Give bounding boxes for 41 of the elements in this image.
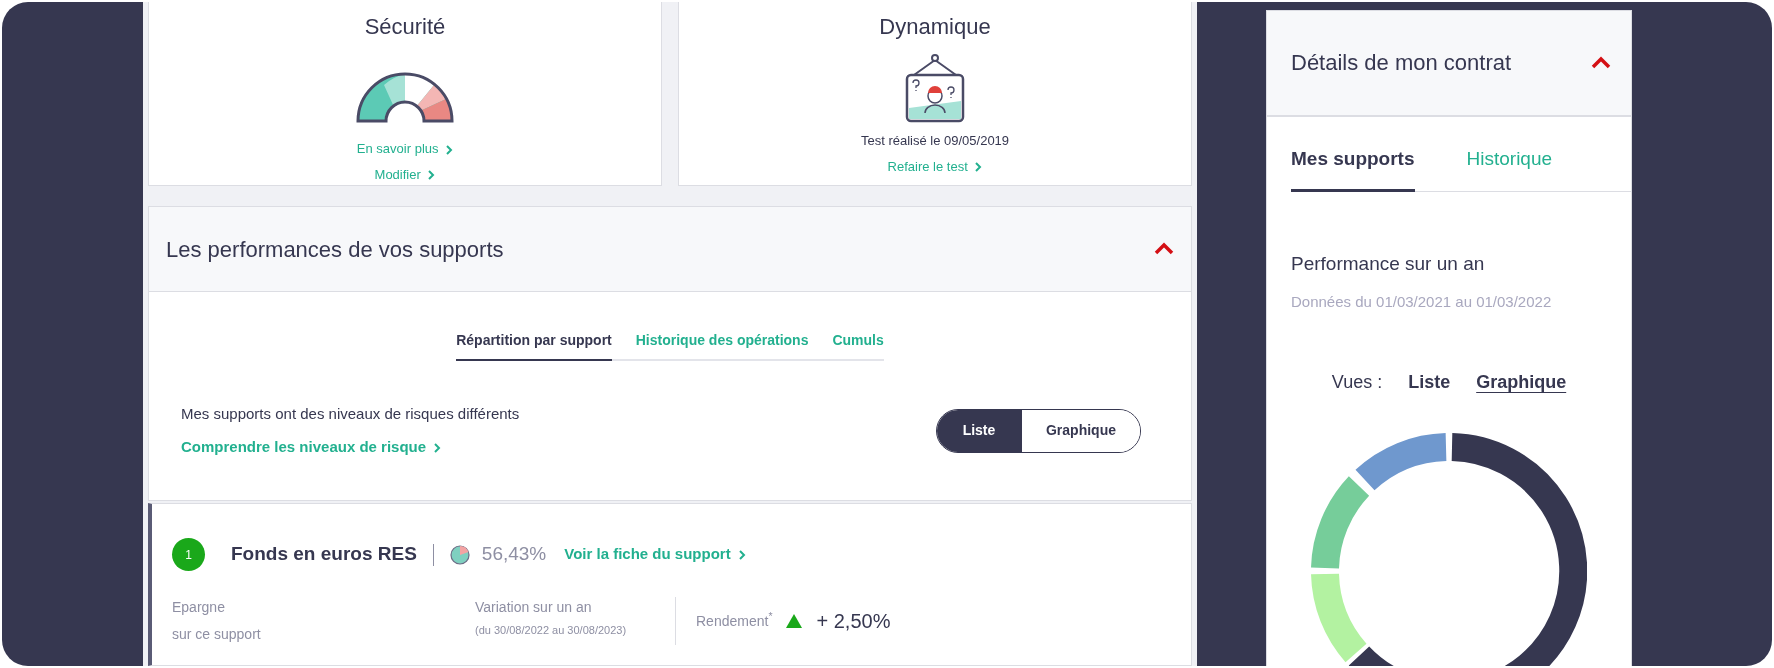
yield-value: + 2,50% xyxy=(816,609,891,634)
view-toggle-option[interactable]: Graphique xyxy=(1021,409,1140,452)
card-title: Sécurité xyxy=(364,13,446,41)
chevron-right-icon xyxy=(445,144,454,155)
fund-sheet-link[interactable]: Voir la fiche du support xyxy=(564,543,746,566)
fund-name: Fonds en euros RES xyxy=(231,542,417,567)
risk-text: Mes supports ont des niveaux de risques différents xyxy=(181,404,520,424)
tab[interactable]: Mes supports xyxy=(1291,144,1415,192)
risk-link[interactable]: Comprendre les niveaux de risque xyxy=(181,435,520,458)
view-link[interactable]: Graphique xyxy=(1476,369,1567,396)
chevron-right-icon xyxy=(433,442,442,453)
panel-title: Détails de mon contrat xyxy=(1291,49,1512,78)
card-link[interactable]: Modifier xyxy=(374,164,436,184)
share-percentage: 56,43% xyxy=(481,542,547,567)
card-link[interactable]: En savoir plus xyxy=(356,139,454,159)
performance-title: Performance sur un an xyxy=(1291,252,1486,276)
chevron-right-icon xyxy=(427,170,436,181)
number-badge: 1 xyxy=(172,538,205,571)
card-title: Dynamique xyxy=(879,13,991,41)
portrait-frame-icon xyxy=(904,53,966,125)
chevron-right-icon xyxy=(974,162,983,173)
tab[interactable]: Historique xyxy=(1466,144,1553,192)
savings-label: Epargne xyxy=(172,598,226,617)
chevron-up-icon[interactable] xyxy=(1154,241,1174,257)
tab[interactable]: Répartition par support xyxy=(456,330,612,361)
section-title: Les performances de vos supports xyxy=(166,235,504,264)
views-label: Vues : xyxy=(1331,371,1383,394)
chevron-up-icon[interactable] xyxy=(1591,54,1611,71)
test-date-text: Test réalisé le 09/05/2019 xyxy=(860,132,1010,150)
view-link[interactable]: Liste xyxy=(1408,369,1451,396)
variation-period: (du 30/08/2022 au 30/08/2023) xyxy=(475,623,628,638)
pie-icon xyxy=(449,544,470,565)
savings-label: sur ce support xyxy=(172,625,262,644)
variation-label: Variation sur un an xyxy=(475,598,593,617)
card-link[interactable]: Refaire le test xyxy=(887,156,983,176)
tab[interactable]: Cumuls xyxy=(832,330,884,361)
tab[interactable]: Historique des opérations xyxy=(635,330,809,361)
data-period: Données du 01/03/2021 au 01/03/2022 xyxy=(1291,291,1553,312)
chevron-right-icon xyxy=(737,550,746,561)
view-toggle-option[interactable]: Liste xyxy=(937,409,1021,452)
yield-label: Rendement$^{*}$ xyxy=(696,610,773,631)
